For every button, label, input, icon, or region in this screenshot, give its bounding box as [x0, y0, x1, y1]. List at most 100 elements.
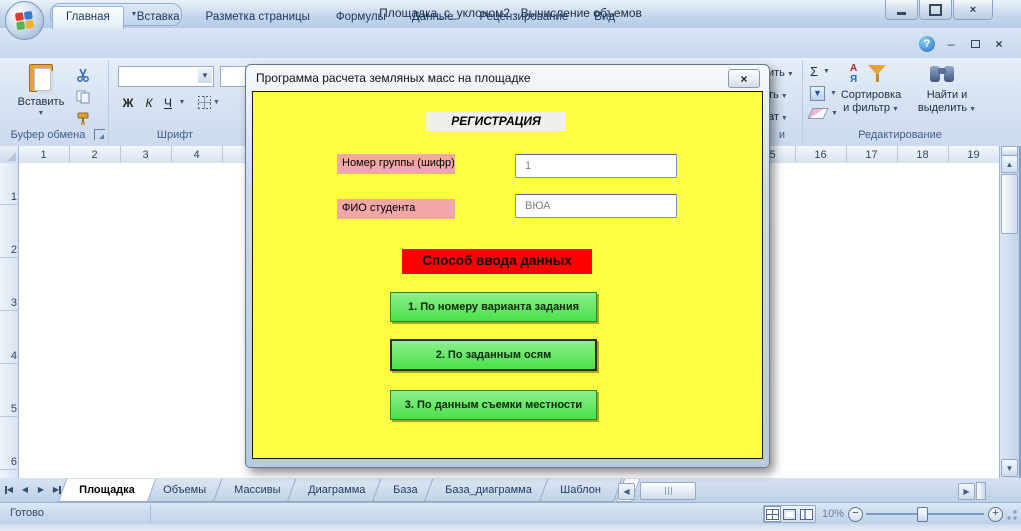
- copy-icon[interactable]: [72, 88, 94, 106]
- restore-button[interactable]: [919, 0, 952, 20]
- workbook-minimize-icon[interactable]: –: [943, 37, 959, 51]
- userform-title: Программа расчета земляных масс на площа…: [256, 71, 531, 85]
- sheet-tabs: Площадка Объемы Массивы Диаграмма База Б…: [57, 479, 641, 502]
- input-by-variant-button[interactable]: 1. По номеру варианта задания: [390, 292, 597, 322]
- input-by-survey-button[interactable]: 3. По данным съемки местности: [390, 390, 597, 420]
- column-header-18[interactable]: 18: [897, 146, 949, 163]
- horizontal-scroll-thumb[interactable]: [640, 482, 696, 500]
- scroll-up-icon[interactable]: ▲: [1001, 155, 1018, 173]
- underline-dropdown-icon[interactable]: ▼: [176, 93, 186, 112]
- insert-button-partial[interactable]: ить ▼: [768, 67, 794, 79]
- horizontal-split-handle[interactable]: [976, 482, 986, 500]
- status-separator: [150, 505, 151, 523]
- hscroll-left-icon[interactable]: ◀: [618, 483, 635, 500]
- row-header-1[interactable]: 1: [0, 163, 19, 205]
- hscroll-right-icon[interactable]: ▶: [958, 483, 975, 500]
- minimize-icon: [897, 11, 906, 15]
- tab-recenzirovanie[interactable]: Рецензирование: [466, 6, 581, 29]
- restore-icon: [929, 3, 942, 16]
- editing-group: Σ ▼ ▼ ▼ ▼ АЯ Сортировка и фильтр ▼ Найти и …: [802, 60, 998, 144]
- student-name-label: ФИО студента: [337, 199, 455, 219]
- zoom-level[interactable]: 10%: [822, 508, 844, 520]
- registration-header: РЕГИСТРАЦИЯ: [426, 112, 566, 131]
- sheet-tab-diagramma[interactable]: Диаграмма: [286, 479, 387, 502]
- clipboard-dialog-launcher-icon[interactable]: [94, 129, 105, 140]
- student-name-input[interactable]: [515, 194, 677, 218]
- cut-icon[interactable]: [72, 66, 94, 84]
- group-number-input[interactable]: [515, 154, 677, 178]
- first-sheet-icon[interactable]: ◀: [2, 482, 16, 497]
- tab-vstavka[interactable]: Вставка: [124, 6, 193, 29]
- format-painter-icon[interactable]: [72, 110, 94, 128]
- row-header-6[interactable]: 6: [0, 415, 19, 470]
- find-select-button[interactable]: Найти и выделить ▼: [914, 63, 980, 116]
- bold-button[interactable]: Ж: [120, 93, 136, 112]
- borders-button[interactable]: ▼: [194, 93, 224, 112]
- tab-razmetka[interactable]: Разметка страницы: [193, 6, 323, 29]
- sheet-tab-row: ◀ ◀ ▶ ▶ Площадка Объемы Массивы Диаграмм…: [0, 478, 1021, 502]
- font-size-combo[interactable]: [220, 66, 248, 87]
- underline-button[interactable]: Ч: [160, 93, 176, 112]
- delete-button-partial[interactable]: ть ▼: [768, 89, 788, 101]
- column-header-3[interactable]: 3: [120, 146, 172, 163]
- input-by-axes-button[interactable]: 2. По заданным осям: [390, 339, 597, 371]
- vertical-scrollbar[interactable]: ▲ ▼: [999, 146, 1018, 478]
- close-button[interactable]: ×: [953, 0, 993, 20]
- page-layout-view-icon[interactable]: [781, 506, 798, 522]
- zoom-in-icon[interactable]: +: [988, 507, 1003, 522]
- page-break-view-icon[interactable]: [798, 506, 815, 522]
- column-header-1[interactable]: 1: [18, 146, 70, 163]
- close-icon: ×: [740, 71, 748, 86]
- minimize-button[interactable]: [885, 0, 918, 20]
- vertical-scroll-thumb[interactable]: [1001, 174, 1018, 234]
- window-controls: ×: [884, 0, 993, 20]
- font-name-combo[interactable]: ▼: [118, 66, 214, 87]
- column-header-2[interactable]: 2: [69, 146, 121, 163]
- userform-close-button[interactable]: ×: [728, 69, 760, 88]
- userform-client-area: РЕГИСТРАЦИЯ Номер группы (шифр) ФИО студ…: [252, 91, 763, 459]
- autosum-button[interactable]: Σ ▼: [810, 64, 830, 79]
- tab-dannye[interactable]: Данные: [399, 6, 467, 29]
- sort-filter-button[interactable]: АЯ Сортировка и фильтр ▼: [838, 63, 904, 116]
- normal-view-icon[interactable]: [764, 506, 781, 522]
- clear-button[interactable]: ▼: [807, 108, 838, 119]
- paste-button[interactable]: Вставить ▼: [16, 64, 66, 117]
- zoom-out-icon[interactable]: −: [848, 507, 863, 522]
- group-number-label: Номер группы (шифр): [337, 154, 455, 174]
- help-icon[interactable]: ?: [919, 36, 935, 52]
- workbook-close-icon[interactable]: ×: [991, 37, 1007, 51]
- sheet-tab-baza-diagramma[interactable]: База_диаграмма: [424, 479, 554, 502]
- tab-formuly[interactable]: Формулы: [323, 6, 399, 29]
- tab-vid[interactable]: Вид: [581, 6, 628, 29]
- column-header-4[interactable]: 4: [171, 146, 223, 163]
- office-button[interactable]: [5, 1, 44, 40]
- select-all-corner[interactable]: [0, 146, 19, 164]
- sheet-tab-ploshchadka[interactable]: Площадка: [57, 479, 156, 502]
- column-header-19[interactable]: 19: [948, 146, 1000, 163]
- ribbon-tabs: Главная Вставка Разметка страницы Формул…: [52, 6, 628, 29]
- column-header-17[interactable]: 17: [846, 146, 898, 163]
- fill-button[interactable]: ▼ ▼: [810, 86, 837, 101]
- row-header-4[interactable]: 4: [0, 309, 19, 364]
- workbook-restore-icon[interactable]: [967, 37, 983, 51]
- column-header-16[interactable]: 16: [795, 146, 847, 163]
- row-header-5[interactable]: 5: [0, 362, 19, 417]
- scroll-down-icon[interactable]: ▼: [1001, 459, 1018, 477]
- userform-dialog: Программа расчета земляных масс на площа…: [245, 64, 770, 468]
- clipboard-group: Вставить ▼ Буфер обмена: [2, 60, 109, 144]
- row-header-2[interactable]: 2: [0, 203, 19, 258]
- workbook-controls: ? – ×: [919, 36, 1007, 52]
- clipboard-group-label: Буфер обмена: [10, 129, 86, 141]
- tab-glavnaya[interactable]: Главная: [52, 6, 124, 29]
- row-header-3[interactable]: 3: [0, 256, 19, 311]
- prev-sheet-icon[interactable]: ◀: [18, 482, 32, 497]
- format-button-partial[interactable]: ат ▼: [768, 111, 788, 123]
- italic-button[interactable]: К: [142, 93, 156, 112]
- zoom-slider-thumb[interactable]: [917, 507, 928, 522]
- sheet-tab-shablon[interactable]: Шаблон: [538, 479, 623, 502]
- eraser-icon: [807, 108, 829, 119]
- resize-grip[interactable]: [1006, 509, 1018, 521]
- next-sheet-icon[interactable]: ▶: [34, 482, 48, 497]
- sort-filter-icon: АЯ: [838, 63, 904, 87]
- status-ready-label: Готово: [10, 507, 44, 519]
